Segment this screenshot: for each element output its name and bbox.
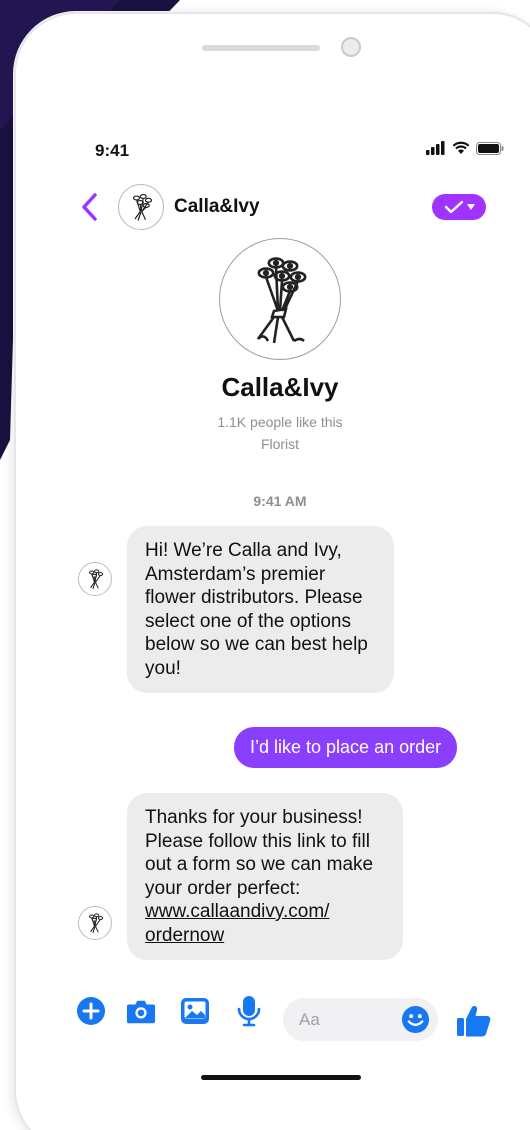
caret-down-icon [466, 204, 475, 210]
thumbs-up-icon[interactable] [456, 1004, 492, 1038]
camera-button[interactable] [126, 996, 156, 1026]
flower-bouquet-icon [89, 913, 104, 934]
flower-bouquet-icon [132, 193, 153, 221]
signal-icon [426, 141, 445, 155]
message-avatar [78, 906, 112, 940]
phone-camera [341, 37, 361, 57]
flower-bouquet-icon [89, 569, 104, 590]
status-time: 9:41 [95, 141, 130, 160]
message-text: Thanks for your business! Please follow … [145, 807, 374, 899]
phone-speaker [202, 45, 320, 51]
header-avatar[interactable] [118, 184, 164, 230]
battery-icon [476, 141, 504, 155]
microphone-icon [237, 996, 261, 1027]
gallery-button[interactable] [180, 996, 210, 1026]
emoji-icon[interactable] [401, 1005, 430, 1034]
back-chevron-icon[interactable] [78, 192, 102, 222]
header-title[interactable]: Calla&Ivy [174, 196, 260, 218]
camera-icon [126, 1000, 156, 1024]
verified-dropdown-button[interactable] [432, 194, 486, 220]
message-input[interactable] [299, 1009, 399, 1030]
wifi-icon [452, 141, 470, 154]
message-timestamp: 9:41 AM [253, 493, 307, 509]
message-avatar [78, 562, 112, 596]
composer-toolbar [76, 996, 264, 1027]
status-icons [426, 141, 504, 155]
profile-avatar [219, 238, 341, 360]
profile-likes: 1.1K people like this [217, 414, 343, 430]
outgoing-message-wrap: I’d like to place an order [234, 727, 458, 768]
plus-button[interactable] [76, 996, 106, 1026]
incoming-message: Thanks for your business! Please follow … [127, 793, 403, 960]
microphone-button[interactable] [234, 996, 264, 1027]
outgoing-message: I’d like to place an order [234, 727, 458, 768]
plus-circle-icon [77, 997, 105, 1025]
flower-bouquet-icon [256, 257, 307, 344]
home-indicator [201, 1075, 361, 1080]
checkmark-icon [444, 200, 463, 214]
incoming-message: Hi! We’re Calla and Ivy, Amsterdam’s pre… [127, 526, 394, 693]
profile-name: Calla&Ivy [221, 372, 339, 402]
profile-category: Florist [260, 436, 300, 452]
order-form-link[interactable]: www.callaandivy.com/ ordernow [145, 900, 385, 947]
message-input-pill[interactable] [283, 998, 438, 1041]
image-gallery-icon [181, 998, 209, 1024]
